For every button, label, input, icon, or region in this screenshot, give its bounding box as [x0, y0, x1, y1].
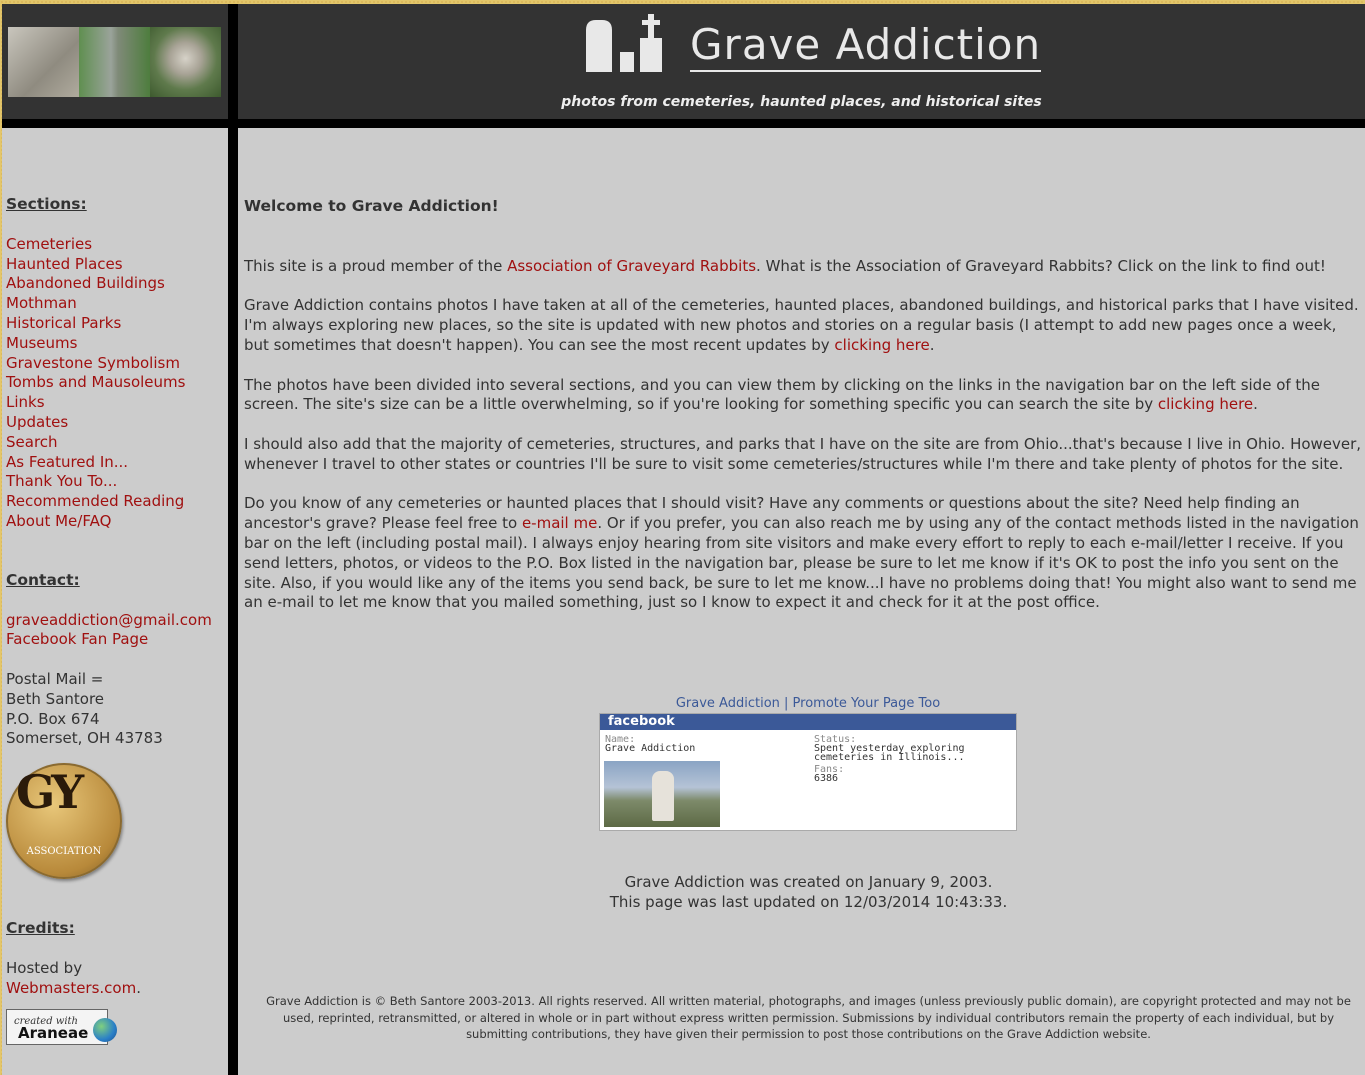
graveyard-rabbits-badge[interactable]: GY ASSOCIATION — [6, 763, 122, 880]
postal-city: Somerset, OH 43783 — [6, 729, 163, 748]
fb-fans-label: Fans: — [814, 764, 845, 775]
paragraph-ohio: I should also add that the majority of c… — [244, 434, 1362, 473]
sidebar: Sections: Cemeteries Haunted Places Aban… — [6, 195, 224, 1045]
created-info: Grave Addiction was created on January 9… — [236, 873, 1365, 913]
paragraph-sections: The photos have been divided into severa… — [244, 376, 1364, 416]
angel-statue-photo — [150, 27, 221, 97]
nav-as-featured-in[interactable]: As Featured In... — [6, 453, 128, 471]
sections-nav: Cemeteries Haunted Places Abandoned Buil… — [6, 235, 224, 532]
facebook-badge: Grave Addiction | Promote Your Page Too … — [598, 696, 1018, 831]
araneae-badge[interactable]: created with Araneae — [6, 1008, 117, 1045]
globe-icon — [93, 1017, 117, 1042]
credits-heading: Credits: — [6, 919, 75, 938]
nav-historical-parks[interactable]: Historical Parks — [6, 314, 121, 332]
paragraph-rabbits: This site is a proud member of the Assoc… — [244, 257, 1364, 277]
fb-promote-link[interactable]: Promote Your Page Too — [793, 696, 941, 711]
facebook-fan-page-link[interactable]: Facebook Fan Page — [6, 630, 148, 648]
p3-text-end: . — [1253, 395, 1258, 414]
header-divider — [2, 119, 1365, 128]
fb-status-value: Spent yesterday exploring cemeteries in … — [814, 743, 965, 763]
welcome-heading: Welcome to Grave Addiction! — [244, 197, 499, 215]
fb-name-block: Name: Grave Addiction — [605, 735, 696, 754]
nav-about-me-faq[interactable]: About Me/FAQ — [6, 512, 111, 530]
email-link[interactable]: graveaddiction@gmail.com — [6, 611, 212, 629]
created-date: Grave Addiction was created on January 9… — [624, 873, 993, 891]
fb-profile-photo — [604, 761, 720, 827]
nav-thank-you-to[interactable]: Thank You To... — [6, 472, 117, 490]
fb-name-value: Grave Addiction — [605, 743, 696, 754]
fb-fans-value: 6386 — [814, 773, 839, 784]
nav-tombs-and-mausoleums[interactable]: Tombs and Mausoleums — [6, 373, 185, 391]
p2-text: Grave Addiction contains photos I have t… — [244, 296, 1359, 354]
badge-letters: GY — [16, 765, 84, 820]
graves-logo-icon — [586, 14, 662, 72]
facebook-badge-links: Grave Addiction | Promote Your Page Too — [598, 696, 1018, 711]
site-title[interactable]: Grave Addiction — [690, 20, 1042, 72]
postal-name: Beth Santore — [6, 689, 105, 708]
fb-separator: | — [779, 696, 793, 711]
p1-text-end: . What is the Association of Graveyard R… — [756, 256, 1326, 275]
copyright-footer: Grave Addiction is © Beth Santore 2003-2… — [266, 994, 1351, 1041]
araneae-name: Araneae — [18, 1023, 89, 1042]
main-content: Welcome to Grave Addiction! This site is… — [244, 197, 1364, 633]
site-tagline: photos from cemeteries, haunted places, … — [561, 94, 1042, 110]
nav-updates[interactable]: Updates — [6, 413, 68, 431]
postal-box: P.O. Box 674 — [6, 709, 100, 728]
site-logo[interactable]: Grave Addiction — [584, 14, 1042, 72]
graveyard-rabbits-link[interactable]: Association of Graveyard Rabbits — [507, 257, 756, 275]
postal-label: Postal Mail = — [6, 669, 104, 688]
last-updated: This page was last updated on 12/03/2014… — [609, 892, 1008, 911]
host-suffix: . — [136, 978, 141, 997]
p2-text-end: . — [929, 335, 935, 354]
gravestone-photo — [79, 27, 150, 97]
p1-text: This site is a proud member of the — [244, 256, 508, 275]
header-photo-strip — [8, 27, 221, 97]
nav-mothman[interactable]: Mothman — [6, 294, 77, 312]
fb-status-block: Status: Spent yesterday exploring cemete… — [814, 735, 994, 784]
paragraph-contact: Do you know of any cemeteries or haunted… — [244, 494, 1364, 613]
header-left-panel — [2, 4, 228, 119]
contact-heading: Contact: — [6, 570, 80, 589]
sections-heading: Sections: — [6, 195, 87, 213]
nav-haunted-places[interactable]: Haunted Places — [6, 255, 123, 273]
email-me-link[interactable]: e-mail me — [522, 514, 597, 532]
nav-gravestone-symbolism[interactable]: Gravestone Symbolism — [6, 354, 180, 372]
hosted-by-label: Hosted by — [6, 958, 83, 977]
facebook-card[interactable]: facebook Name: Grave Addiction Status: S… — [599, 713, 1017, 831]
nav-abandoned-buildings[interactable]: Abandoned Buildings — [6, 274, 165, 292]
updates-clicking-here-link[interactable]: clicking here — [834, 336, 929, 354]
facebook-bar: facebook — [600, 714, 1016, 730]
nav-links[interactable]: Links — [6, 393, 45, 411]
badge-text: ASSOCIATION — [26, 846, 102, 858]
nav-cemeteries[interactable]: Cemeteries — [6, 235, 92, 253]
paragraph-about: Grave Addiction contains photos I have t… — [244, 296, 1364, 355]
sidebar-divider — [228, 4, 238, 1075]
fb-page-link[interactable]: Grave Addiction — [676, 696, 780, 711]
webmasters-link[interactable]: Webmasters.com — [6, 979, 136, 997]
nav-museums[interactable]: Museums — [6, 334, 77, 352]
statue-photo — [8, 27, 79, 97]
nav-search[interactable]: Search — [6, 433, 58, 451]
search-clicking-here-link[interactable]: clicking here — [1158, 395, 1253, 413]
nav-recommended-reading[interactable]: Recommended Reading — [6, 492, 184, 510]
